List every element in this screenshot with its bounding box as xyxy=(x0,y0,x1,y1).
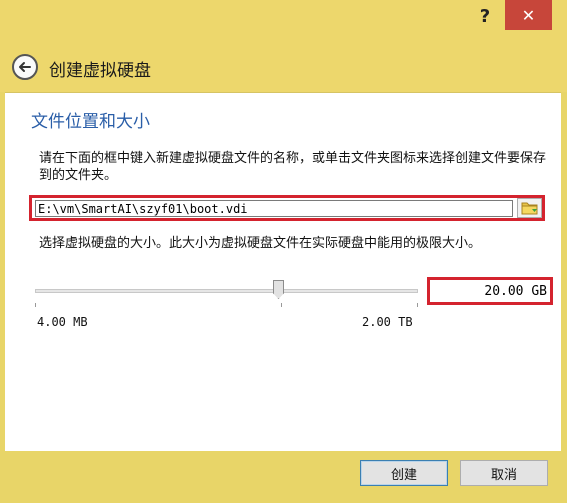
cancel-button[interactable]: 取消 xyxy=(460,460,548,486)
back-arrow-icon[interactable] xyxy=(12,54,38,80)
slider-max-label: 2.00 TB xyxy=(362,315,413,329)
close-button[interactable]: ✕ xyxy=(505,0,552,30)
slider-track[interactable] xyxy=(35,289,418,293)
slider-tick xyxy=(417,303,418,307)
disk-size-slider[interactable] xyxy=(35,277,418,307)
file-path-highlight xyxy=(29,195,545,221)
slider-tick xyxy=(281,303,282,307)
folder-icon xyxy=(521,202,537,215)
location-description: 请在下面的框中键入新建虚拟硬盘文件的名称，或单击文件夹图标来选择创建文件要保存到… xyxy=(39,151,547,183)
slider-thumb[interactable] xyxy=(273,280,284,299)
title-bar: ? ✕ xyxy=(0,0,567,36)
choose-folder-button[interactable] xyxy=(517,198,542,218)
size-description: 选择虚拟硬盘的大小。此大小为虚拟硬盘文件在实际硬盘中能用的极限大小。 xyxy=(39,236,482,251)
create-button[interactable]: 创建 xyxy=(360,460,448,486)
help-button[interactable]: ? xyxy=(470,2,500,30)
dialog-header: 创建虚拟硬盘 xyxy=(0,36,567,92)
section-title: 文件位置和大小 xyxy=(31,112,150,132)
slider-min-label: 4.00 MB xyxy=(37,315,88,329)
size-value-input[interactable] xyxy=(433,282,547,300)
dialog-title: 创建虚拟硬盘 xyxy=(49,61,151,81)
size-value-highlight xyxy=(427,277,553,305)
content-panel: 文件位置和大小 请在下面的框中键入新建虚拟硬盘文件的名称，或单击文件夹图标来选择… xyxy=(5,92,561,451)
file-path-input[interactable] xyxy=(35,200,513,217)
slider-tick xyxy=(35,303,36,307)
